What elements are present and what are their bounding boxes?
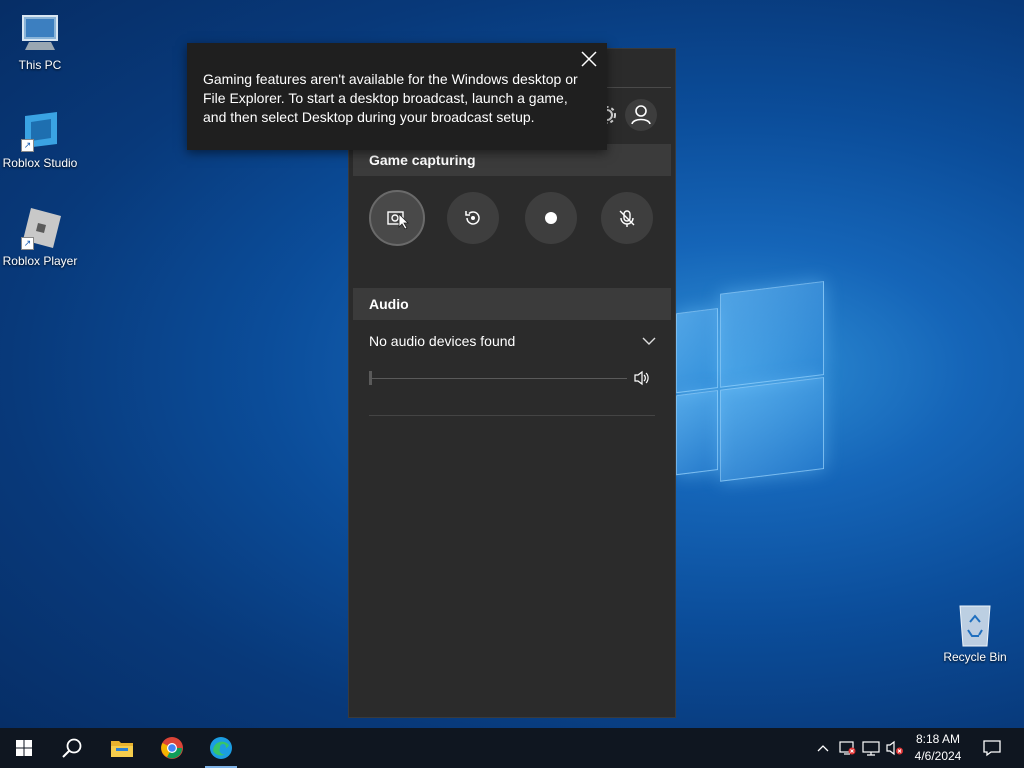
toast-message: Gaming features aren't available for the… xyxy=(203,71,578,125)
desktop-icon-roblox-player[interactable]: ↗ Roblox Player xyxy=(0,206,80,268)
edge-icon xyxy=(210,737,232,759)
roblox-player-icon: ↗ xyxy=(17,206,63,252)
action-center-button[interactable] xyxy=(978,728,1006,768)
this-pc-icon xyxy=(17,10,63,56)
screenshot-button[interactable] xyxy=(369,190,425,246)
clock-date: 4/6/2024 xyxy=(914,749,962,763)
tray-network-alert[interactable] xyxy=(836,728,858,768)
mic-off-icon xyxy=(619,210,635,227)
desktop-icon-label: Roblox Player xyxy=(2,254,78,268)
profile-button[interactable] xyxy=(625,99,657,131)
taskbar-chrome[interactable] xyxy=(148,728,196,768)
start-icon xyxy=(16,740,32,756)
gaming-unavailable-toast: Gaming features aren't available for the… xyxy=(187,43,607,150)
tray-volume[interactable] xyxy=(884,728,906,768)
chrome-icon xyxy=(161,737,183,759)
close-icon xyxy=(581,51,597,67)
record-last-30s-button[interactable] xyxy=(447,192,499,244)
taskbar-file-explorer[interactable] xyxy=(98,728,146,768)
chevron-down-icon xyxy=(642,337,656,345)
record-last-icon xyxy=(465,211,480,225)
roblox-studio-icon: ↗ xyxy=(17,108,63,154)
speaker-icon xyxy=(634,370,649,386)
chevron-up-icon xyxy=(817,745,829,752)
start-recording-button[interactable] xyxy=(525,192,577,244)
audio-device-label: No audio devices found xyxy=(369,333,516,349)
toast-close-button[interactable] xyxy=(579,49,599,69)
person-icon xyxy=(631,105,651,125)
desktop-icon-this-pc[interactable]: This PC xyxy=(0,10,80,72)
desktop-icon-label: Roblox Studio xyxy=(2,156,78,170)
taskbar-edge[interactable] xyxy=(197,728,245,768)
volume-slider-thumb[interactable] xyxy=(369,371,372,385)
audio-divider xyxy=(369,415,655,416)
file-explorer-icon xyxy=(111,741,133,757)
search-icon xyxy=(62,738,82,758)
audio-header: Audio xyxy=(353,288,671,320)
display-icon xyxy=(862,741,880,756)
start-button[interactable] xyxy=(0,728,48,768)
microphone-toggle-button[interactable] xyxy=(601,192,653,244)
speaker-muted-icon xyxy=(886,740,903,756)
record-dot-icon xyxy=(545,212,557,224)
tray-overflow-button[interactable] xyxy=(814,728,832,768)
taskbar: 8:18 AM 4/6/2024 xyxy=(0,728,1024,768)
clock-time: 8:18 AM xyxy=(915,732,961,746)
desktop-icon-label: Recycle Bin xyxy=(943,650,1007,664)
windows-logo-wallpaper xyxy=(676,279,826,489)
desktop-icon-roblox-studio[interactable]: ↗ Roblox Studio xyxy=(0,108,80,170)
volume-slider-track[interactable] xyxy=(371,378,627,379)
network-alert-icon xyxy=(839,741,856,755)
screenshot-icon xyxy=(387,211,409,230)
desktop-icon-recycle-bin[interactable]: Recycle Bin xyxy=(935,602,1015,664)
search-button[interactable] xyxy=(48,728,96,768)
desktop-icon-label: This PC xyxy=(18,58,62,72)
tray-display[interactable] xyxy=(860,728,882,768)
recycle-bin-icon xyxy=(952,602,998,648)
taskbar-clock[interactable]: 8:18 AM 4/6/2024 xyxy=(906,731,970,765)
notifications-icon xyxy=(983,740,1001,757)
audio-device-dropdown[interactable]: No audio devices found xyxy=(369,329,657,353)
